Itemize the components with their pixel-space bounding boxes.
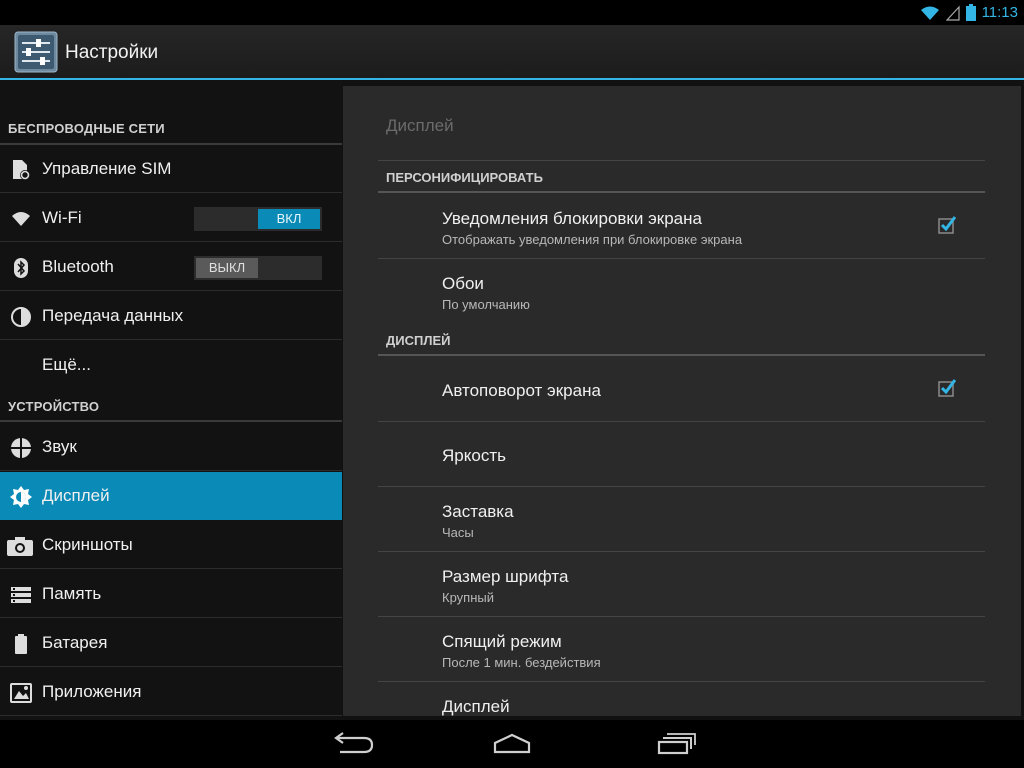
display-settings-pane[interactable]: Дисплей ПЕРСОНИФИЦИРОВАТЬ Уведомления бл… [343, 86, 1021, 716]
section-header-personalize: ПЕРСОНИФИЦИРОВАТЬ [386, 170, 543, 185]
pref-title: Спящий режим [442, 632, 562, 651]
checkbox-checked-icon[interactable] [938, 216, 956, 234]
pref-divider [378, 551, 985, 552]
sidebar-item-label: Ещё... [42, 355, 91, 374]
sound-icon [11, 438, 31, 458]
sidebar-item-storage[interactable]: Память [0, 570, 342, 618]
pref-summary: Отображать уведомления при блокировке эк… [442, 232, 743, 247]
wifi-toggle[interactable]: ВКЛ [194, 207, 322, 231]
pref-title: Автоповорот экрана [442, 381, 601, 400]
sidebar-item-label: Дисплей [42, 486, 110, 505]
toggle-on-label: ВКЛ [258, 209, 320, 229]
sidebar-item-battery[interactable]: Батарея [0, 619, 342, 667]
camera-icon [7, 537, 33, 556]
sidebar-item-label: Звук [42, 437, 77, 456]
pref-title: Дисплей [442, 697, 510, 716]
display-brightness-icon [10, 486, 32, 508]
storage-icon [11, 587, 31, 603]
app-title: Настройки [65, 42, 159, 63]
sidebar-item-label: Память [42, 584, 102, 603]
status-bar: 11:13 [0, 0, 1024, 25]
pref-summary: Часы [442, 525, 474, 540]
section-divider [378, 191, 985, 193]
sidebar-item-screenshots[interactable]: Скриншоты [0, 521, 342, 569]
section-divider [378, 354, 985, 356]
pref-summary: По умолчанию [442, 297, 530, 312]
pref-title: Размер шрифта [442, 567, 569, 586]
apps-icon [10, 683, 32, 703]
pref-title: Яркость [442, 446, 506, 465]
home-icon[interactable] [487, 730, 537, 758]
navigation-bar [0, 720, 1024, 768]
sidebar-item-label: Приложения [42, 682, 142, 701]
action-bar: Настройки [0, 25, 1024, 80]
pref-summary: Крупный [442, 590, 494, 605]
title-divider [378, 160, 985, 161]
category-header-device: УСТРОЙСТВО [8, 399, 100, 414]
sidebar-item-data-usage[interactable]: Передача данных [0, 292, 342, 340]
settings-sliders-icon[interactable] [14, 31, 58, 73]
sidebar-item-more[interactable]: Ещё... [0, 341, 342, 389]
toggle-off-label: ВЫКЛ [196, 258, 258, 278]
category-divider [0, 420, 342, 422]
back-icon[interactable] [326, 730, 376, 758]
pref-divider [378, 486, 985, 487]
pref-divider [378, 616, 985, 617]
data-usage-icon [11, 307, 31, 327]
category-header-wireless: БЕСПРОВОДНЫЕ СЕТИ [8, 121, 165, 136]
pane-title: Дисплей [386, 116, 454, 135]
pref-title: Обои [442, 274, 484, 293]
pref-title: Заставка [442, 502, 514, 521]
pref-divider [378, 421, 985, 422]
sidebar-item-wifi[interactable]: Wi-Fi ВКЛ [0, 194, 342, 242]
sidebar-item-label: Батарея [42, 633, 108, 652]
sidebar-item-display[interactable]: Дисплей [0, 472, 342, 520]
cell-signal-icon [945, 4, 960, 21]
sidebar-item-label: Bluetooth [42, 257, 114, 276]
sim-card-icon [13, 160, 30, 180]
pref-title: Уведомления блокировки экрана [442, 209, 702, 228]
battery-icon [15, 634, 27, 654]
checkbox-checked-icon[interactable] [938, 379, 956, 397]
section-header-display: ДИСПЛЕЙ [386, 333, 451, 348]
wifi-signal-icon [920, 6, 939, 20]
pref-divider [378, 258, 985, 259]
status-icons: 11:13 [920, 2, 1018, 23]
bluetooth-toggle[interactable]: ВЫКЛ [194, 256, 322, 280]
recent-apps-icon[interactable] [650, 730, 700, 758]
battery-status-icon [965, 4, 976, 21]
sidebar-item-apps[interactable]: Приложения [0, 668, 342, 716]
pref-divider [378, 681, 985, 682]
wifi-icon [12, 212, 30, 226]
sidebar-item-label: Скриншоты [42, 535, 133, 554]
sidebar-item-label: Wi-Fi [42, 208, 82, 227]
sidebar-item-sound[interactable]: Звук [0, 423, 342, 471]
sidebar-item-sim[interactable]: Управление SIM [0, 145, 342, 193]
settings-content: БЕСПРОВОДНЫЕ СЕТИ Управление SIM Wi-Fi В… [0, 80, 1024, 720]
sidebar-item-label: Управление SIM [42, 159, 172, 178]
pref-summary: После 1 мин. бездействия [442, 655, 601, 670]
sidebar-item-bluetooth[interactable]: Bluetooth ВЫКЛ [0, 243, 342, 291]
sidebar-item-label: Передача данных [42, 306, 184, 325]
settings-headers-list[interactable]: БЕСПРОВОДНЫЕ СЕТИ Управление SIM Wi-Fi В… [0, 80, 342, 720]
bluetooth-icon [14, 258, 28, 278]
clock: 11:13 [981, 4, 1018, 21]
